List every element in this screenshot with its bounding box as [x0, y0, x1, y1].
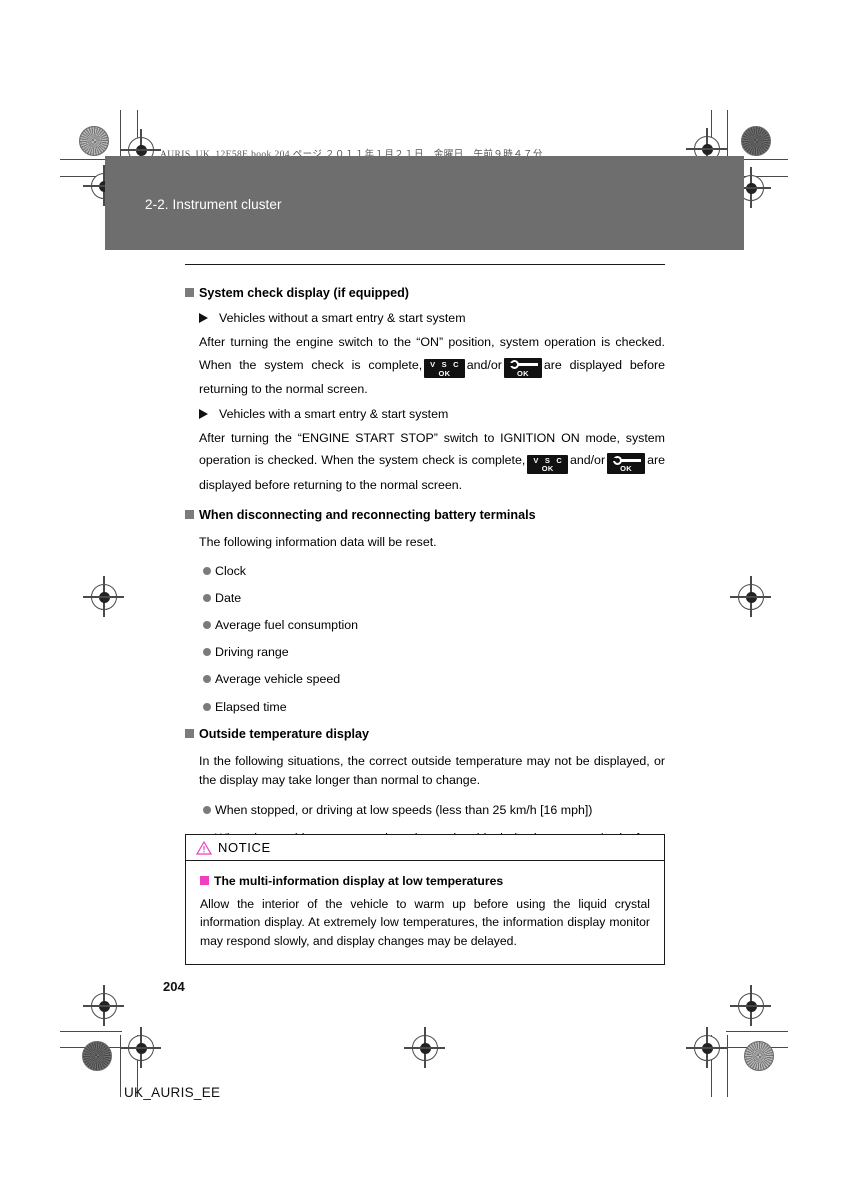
color-calibration-patch-bottom-right [744, 1041, 774, 1071]
section-heading-text: Outside temperature display [199, 726, 370, 741]
list-item: Date [203, 589, 665, 608]
color-calibration-patch-top-left [79, 126, 109, 156]
registration-dot [745, 1000, 757, 1012]
registration-mark-lower-left [83, 985, 124, 1026]
registration-dot [745, 591, 757, 603]
section-heading-outside-temperature: Outside temperature display [185, 726, 665, 743]
vsc-ok-indicator-icon: V S C OK [424, 359, 465, 379]
crop-line-bottom-right-v [727, 1035, 729, 1097]
list-item: Average vehicle speed [203, 670, 665, 689]
registration-mark-mid-left [83, 576, 124, 617]
wrench-icon-ok: OK [620, 464, 632, 474]
vsc-ok-indicator-icon: V S C OK [527, 454, 568, 474]
page-content: System check display (if equipped) Vehic… [185, 264, 665, 875]
notice-subheading: The multi-information display at low tem… [200, 874, 650, 888]
registration-dot [98, 1000, 110, 1012]
crop-line-bottom-left-h [60, 1031, 122, 1033]
paragraph-without-smart-entry: After turning the engine switch to the “… [199, 331, 665, 401]
list-item-label: Average vehicle speed [215, 672, 341, 687]
registration-mark-bottom-left [120, 1027, 161, 1068]
vsc-icon-label: V S C [533, 455, 564, 465]
list-item-label: Clock [215, 563, 246, 578]
triangle-bullet-icon [199, 408, 208, 419]
round-bullet-icon [203, 620, 211, 629]
registration-dot [98, 591, 110, 603]
square-bullet-icon [185, 728, 194, 738]
crop-line-bottom-left-v [120, 1035, 122, 1097]
round-bullet-icon [203, 675, 211, 684]
color-calibration-patch-top-right [741, 126, 771, 156]
round-bullet-icon [203, 702, 211, 711]
list-item-label: Driving range [215, 645, 289, 660]
vsc-icon-label: V S C [430, 360, 461, 370]
registration-mark-bottom-right [686, 1027, 727, 1068]
registration-dot [701, 1042, 713, 1054]
notice-header: NOTICE [186, 835, 664, 861]
vsc-icon-ok: OK [541, 464, 554, 474]
list-item: Average fuel consumption [203, 616, 665, 635]
list-reset-data: Clock Date Average fuel consumption Driv… [203, 562, 665, 717]
crop-line-bottom-right-h [726, 1031, 788, 1033]
list-item: Clock [203, 562, 665, 581]
triangle-bullet-icon [199, 313, 208, 323]
list-item: Driving range [203, 643, 665, 662]
page-number: 204 [163, 979, 185, 994]
notice-subheading-text: The multi-information display at low tem… [214, 874, 504, 888]
section-heading-battery-terminals: When disconnecting and reconnecting batt… [185, 507, 665, 524]
subheading-text: Vehicles without a smart entry & start s… [219, 311, 466, 325]
registration-mark-bottom-center [404, 1027, 445, 1068]
registration-dot [135, 144, 147, 156]
subheading-text: Vehicles with a smart entry & start syst… [219, 406, 449, 421]
paragraph-part-b: and/or [569, 453, 606, 468]
registration-dot [701, 143, 713, 155]
registration-dot [745, 182, 757, 194]
registration-mark-mid-right [730, 576, 771, 617]
intro-battery-terminals: The following information data will be r… [199, 535, 437, 550]
section-heading-text: When disconnecting and reconnecting batt… [199, 508, 536, 523]
list-item-label: Date [215, 590, 242, 605]
list-item-label: When stopped, or driving at low speeds (… [215, 803, 593, 818]
footer-document-code: UK_AURIS_EE [124, 1085, 221, 1100]
section-heading-text: System check display (if equipped) [199, 286, 409, 300]
square-bullet-icon [185, 510, 194, 520]
notice-box: NOTICE The multi-information display at … [185, 834, 665, 965]
paragraph-part-b: and/or [466, 357, 502, 372]
section-heading-system-check: System check display (if equipped) [185, 285, 665, 302]
pink-square-bullet-icon [200, 876, 209, 885]
round-bullet-icon [203, 593, 211, 602]
wrench-icon [508, 360, 538, 370]
list-item: Elapsed time [203, 698, 665, 717]
subheading-with-smart-entry: Vehicles with a smart entry & start syst… [199, 407, 665, 421]
list-item: When stopped, or driving at low speeds (… [203, 801, 665, 820]
list-item-label: Average fuel consumption [215, 617, 359, 632]
wrench-icon-ok: OK [516, 368, 529, 378]
notice-paragraph: Allow the interior of the vehicle to war… [200, 897, 650, 948]
round-bullet-icon [203, 648, 211, 657]
round-bullet-icon [203, 806, 211, 815]
list-item-label: Elapsed time [215, 699, 287, 714]
wrench-ok-indicator-icon: OK [607, 453, 646, 474]
notice-title: NOTICE [218, 840, 271, 855]
registration-dot [419, 1042, 431, 1054]
paragraph-with-smart-entry: After turning the “ENGINE START STOP” sw… [199, 427, 665, 497]
vsc-icon-ok: OK [438, 368, 451, 378]
color-calibration-patch-bottom-left [82, 1041, 112, 1071]
intro-outside-temperature: In the following situations, the correct… [199, 753, 665, 788]
square-bullet-icon [185, 288, 194, 297]
wrench-ok-indicator-icon: OK [503, 357, 542, 379]
wrench-icon [611, 455, 642, 465]
notice-body: The multi-information display at low tem… [186, 861, 664, 964]
subheading-without-smart-entry: Vehicles without a smart entry & start s… [199, 311, 665, 325]
content-top-rule [185, 264, 665, 265]
warning-triangle-icon [196, 840, 212, 855]
round-bullet-icon [203, 566, 211, 575]
registration-mark-lower-right [730, 985, 771, 1026]
chapter-title: 2-2. Instrument cluster [145, 197, 282, 212]
chapter-banner: 2-2. Instrument cluster [105, 156, 744, 250]
registration-dot [135, 1042, 147, 1054]
